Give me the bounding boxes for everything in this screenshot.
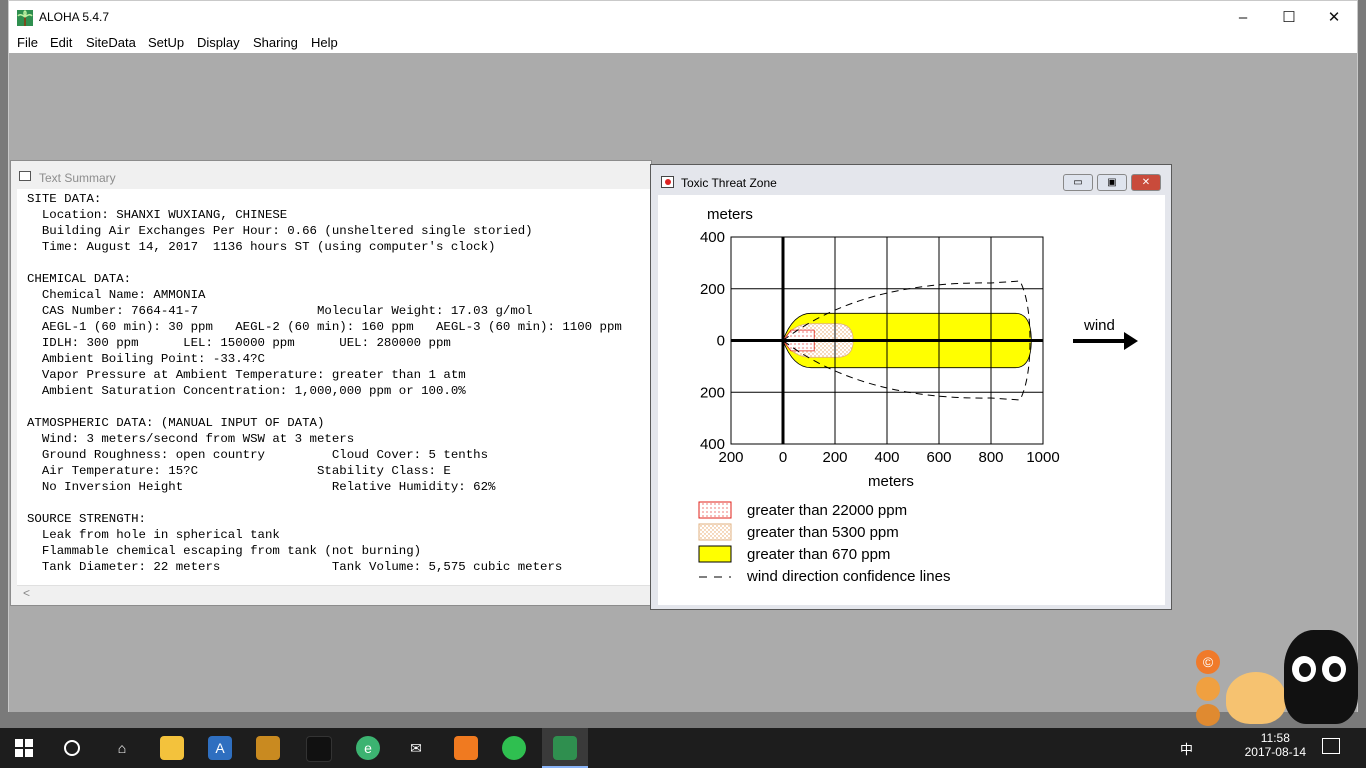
text-summary-window[interactable]: Text Summary SITE DATA: Location: SHANXI… [10, 160, 652, 606]
text-summary-body[interactable]: SITE DATA: Location: SHANXI WUXIANG, CHI… [17, 189, 651, 585]
x-axis-label: meters [868, 473, 914, 490]
qq-icon[interactable] [306, 736, 332, 762]
app-title: ALOHA 5.4.7 [39, 10, 110, 24]
x-tick-label: 400 [874, 449, 899, 466]
summary-line: AEGL-1 (60 min): 30 ppm AEGL-2 (60 min):… [27, 320, 622, 334]
menu-bar: File Edit SiteData SetUp Display Sharing… [9, 33, 1357, 53]
summary-line: Ground Roughness: open country Cloud Cov… [27, 448, 489, 462]
y-tick-label: 400 [700, 436, 725, 453]
summary-line: Ambient Saturation Concentration: 1,000,… [27, 384, 466, 398]
threat-zone-plot-area: meters meters 200 0 200 400 600 800 1000 400 200… [658, 195, 1165, 605]
legend-swatch-red [698, 501, 732, 519]
summary-line: Location: SHANXI WUXIANG, CHINESE [27, 208, 288, 222]
y-tick-label: 200 [700, 384, 725, 401]
tz-minimize-button[interactable]: ▭ [1063, 174, 1093, 191]
summary-line: Vapor Pressure at Ambient Temperature: g… [27, 368, 466, 382]
text-summary-title: Text Summary [39, 171, 116, 185]
summary-line: Wind: 3 meters/second from WSW at 3 mete… [27, 432, 355, 446]
text-summary-content: SITE DATA: Location: SHANXI WUXIANG, CHI… [17, 189, 651, 577]
menu-sitedata[interactable]: SiteData [86, 35, 136, 50]
summary-line: SOURCE STRENGTH: [27, 512, 146, 526]
summary-line: Ambient Boiling Point: -33.4?C [27, 352, 265, 366]
y-tick-label: 400 [700, 229, 725, 246]
legend-label: greater than 5300 ppm [747, 524, 899, 541]
summary-line: Air Temperature: 15?C Stability Class: E [27, 464, 451, 478]
windows-start-icon[interactable] [12, 736, 36, 760]
tz-restore-button[interactable]: ▣ [1097, 174, 1127, 191]
x-tick-label: 800 [978, 449, 1003, 466]
plot-group: 200 0 200 400 600 800 10004002000200400 [700, 229, 1060, 466]
legend-label: wind direction confidence lines [746, 568, 950, 585]
threat-zone-title: Toxic Threat Zone [681, 176, 777, 190]
app-store-icon[interactable]: A [208, 736, 232, 760]
summary-line: CAS Number: 7664-41-7 Molecular Weight: … [27, 304, 533, 318]
summary-line: Chemical Name: AMMONIA [27, 288, 206, 302]
x-tick-label: 600 [926, 449, 951, 466]
summary-line: ATMOSPHERIC DATA: (MANUAL INPUT OF DATA) [27, 416, 325, 430]
file-explorer-icon[interactable] [160, 736, 184, 760]
legend-swatch-orange [698, 523, 732, 541]
legend-label: greater than 670 ppm [747, 546, 890, 563]
desktop-c-icon[interactable]: © [1196, 650, 1220, 674]
summary-line: CHEMICAL DATA: [27, 272, 132, 286]
cat-mascot-icon [1284, 630, 1358, 724]
menu-sharing[interactable]: Sharing [253, 35, 298, 50]
title-bar[interactable]: ALOHA 5.4.7 – ☐ ✕ [9, 1, 1357, 33]
summary-line: Leak from hole in spherical tank [27, 528, 280, 542]
text-summary-icon [19, 171, 31, 181]
wind-label: wind [1083, 317, 1115, 334]
summary-line: No Inversion Height Relative Humidity: 6… [27, 480, 496, 494]
desktop-gear-icon[interactable] [1196, 704, 1220, 726]
menu-file[interactable]: File [17, 35, 38, 50]
legend-label: greater than 22000 ppm [747, 502, 907, 519]
wind-arrow-icon [1073, 332, 1138, 350]
cat-app-icon[interactable] [256, 736, 280, 760]
x-tick-label: 200 [822, 449, 847, 466]
ime-indicator[interactable]: 中 [1180, 739, 1193, 758]
desktop-face-icon[interactable] [1196, 677, 1220, 701]
tray-clock[interactable]: 11:58 2017-08-14 [1245, 731, 1306, 759]
chick-mascot-icon [1226, 672, 1286, 724]
taskbar: ⌂ A e ✉ 中 11:58 2017-08-14 [0, 728, 1366, 768]
home-icon[interactable]: ⌂ [110, 736, 134, 760]
menu-display[interactable]: Display [197, 35, 240, 50]
threat-zone-icon [661, 176, 674, 188]
aloha-icon [553, 736, 577, 760]
menu-help[interactable]: Help [311, 35, 338, 50]
mail-icon[interactable]: ✉ [404, 736, 428, 760]
summary-line: Tank Diameter: 22 meters Tank Volume: 5,… [27, 560, 563, 574]
horizontal-scrollbar[interactable]: < [17, 585, 651, 602]
menu-setup[interactable]: SetUp [148, 35, 184, 50]
tz-close-button[interactable]: ✕ [1131, 174, 1161, 191]
legend-swatch-yellow [698, 545, 732, 563]
cortana-icon[interactable] [60, 736, 84, 760]
wechat-icon[interactable] [502, 736, 526, 760]
summary-line: Building Air Exchanges Per Hour: 0.66 (u… [27, 224, 533, 238]
summary-line: IDLH: 300 ppm LEL: 150000 ppm UEL: 28000… [27, 336, 451, 350]
browser-icon[interactable]: e [356, 736, 380, 760]
action-center-icon[interactable] [1322, 738, 1340, 754]
tray-date: 2017-08-14 [1244, 745, 1306, 759]
close-button[interactable]: ✕ [1311, 1, 1357, 33]
tray-time: 11:58 [1260, 731, 1290, 745]
minimize-button[interactable]: – [1220, 1, 1266, 33]
y-tick-label: 200 [700, 281, 725, 298]
menu-edit[interactable]: Edit [50, 35, 72, 50]
x-tick-label: 1000 [1026, 449, 1059, 466]
pdf-icon[interactable] [454, 736, 478, 760]
threat-zone-chart: meters meters 200 0 200 400 600 800 1000 400 200… [698, 206, 1138, 585]
summary-line: Flammable chemical escaping from tank (n… [27, 544, 422, 558]
y-axis-label: meters [707, 206, 753, 223]
legend: greater than 22000 ppm greater than 5300 … [698, 501, 950, 585]
maximize-button[interactable]: ☐ [1266, 1, 1312, 33]
summary-line: Time: August 14, 2017 1136 hours ST (usi… [27, 240, 496, 254]
summary-line: SITE DATA: [27, 192, 102, 206]
x-tick-label: 0 [779, 449, 787, 466]
scroll-left-arrow[interactable]: < [23, 586, 30, 600]
y-tick-label: 0 [717, 333, 725, 350]
toxic-threat-zone-window[interactable]: Toxic Threat Zone ▭ ▣ ✕ meters meters 20… [650, 164, 1172, 610]
palm-tree-icon [17, 10, 33, 26]
taskbar-aloha-active[interactable] [542, 728, 588, 768]
